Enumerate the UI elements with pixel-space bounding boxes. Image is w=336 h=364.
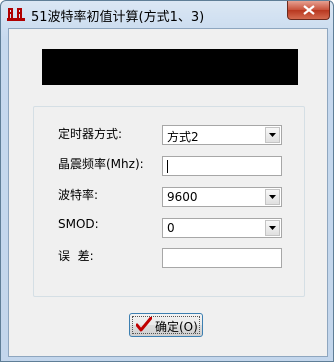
error-output[interactable]: [162, 248, 282, 268]
crystal-input[interactable]: [162, 156, 282, 176]
dropdown-arrow-icon[interactable]: [265, 220, 280, 236]
app-icon: [7, 8, 25, 21]
mode-value: 方式2: [167, 130, 199, 144]
error-label: 误 差:: [58, 249, 94, 263]
window-title: 51波特率初值计算(方式1、3): [31, 10, 205, 25]
dropdown-arrow-icon[interactable]: [265, 127, 280, 143]
smod-label: SMOD:: [58, 217, 99, 231]
mode-label: 定时器方式:: [58, 127, 123, 141]
title-bar: 51波特率初值计算(方式1、3): [1, 1, 335, 27]
dropdown-arrow-icon[interactable]: [265, 189, 280, 205]
result-display: [42, 49, 298, 85]
ok-button[interactable]: 确定(O): [129, 313, 203, 337]
close-icon: [302, 5, 315, 15]
check-icon: [136, 317, 152, 332]
smod-value: 0: [167, 221, 175, 235]
baud-label: 波特率:: [58, 188, 99, 202]
mode-select[interactable]: 方式2: [162, 125, 282, 145]
dialog-client: 定时器方式: 方式2 晶震频率(Mhz): 波特率: 9600 SMOD: 0: [8, 28, 328, 357]
text-caret: [167, 160, 168, 173]
crystal-label: 晶震频率(Mhz):: [58, 157, 144, 171]
baud-value: 9600: [167, 190, 198, 204]
dialog-window: 51波特率初值计算(方式1、3) 定时器方式: 方式2 晶震频率(Mhz): 波…: [0, 0, 334, 362]
close-button[interactable]: [287, 1, 330, 20]
baud-select[interactable]: 9600: [162, 187, 282, 207]
smod-select[interactable]: 0: [162, 218, 282, 238]
ok-button-label: 确定(O): [155, 320, 198, 334]
